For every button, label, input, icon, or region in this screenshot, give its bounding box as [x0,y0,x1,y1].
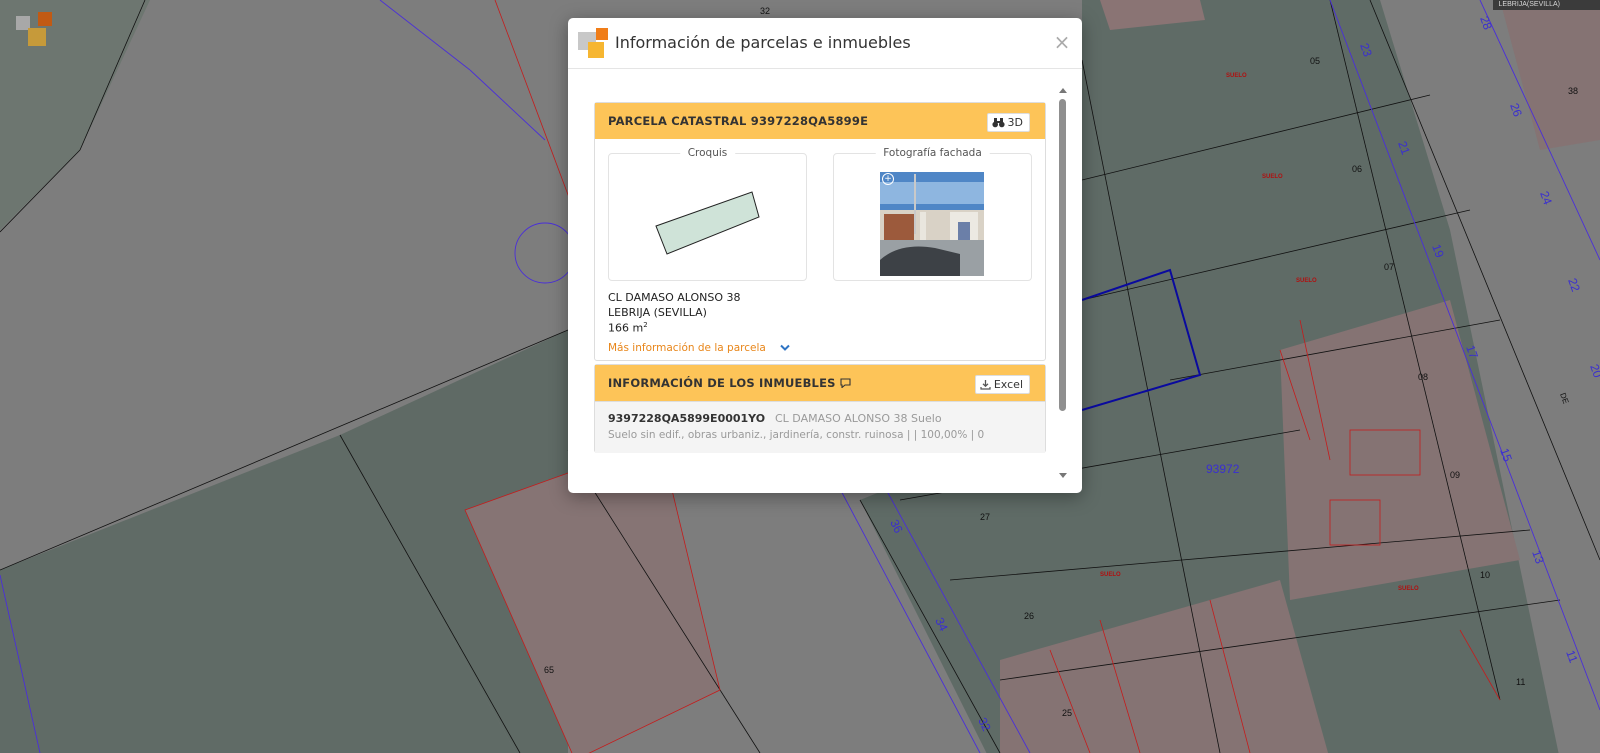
binoculars-icon [991,118,1005,128]
map-suelo-label: SUELO [1100,572,1121,578]
modal-scroll-area[interactable]: PARCELA CATASTRAL 9397228QA5899E 3D Croq… [568,84,1082,494]
parcel-info-modal: Información de parcelas e inmuebles × PA… [568,18,1082,493]
inmueble-reference: 9397228QA5899E0001YO [608,412,766,425]
chevron-down-icon [780,344,790,351]
parcel-area: 166 m2 [608,321,648,335]
view-3d-button[interactable]: 3D [986,113,1030,132]
map-suelo-label: SUELO [1262,174,1283,180]
inmuebles-title: INFORMACIÓN DE LOS INMUEBLES [608,376,851,390]
fachada-label: Fotografía fachada [875,147,990,159]
inmueble-row[interactable]: 9397228QA5899E0001YO CL DAMASO ALONSO 38… [595,401,1045,453]
map-parcel-number: 10 [1480,570,1490,580]
area-unit-exponent: 2 [643,321,648,329]
scroll-down-arrow[interactable] [1059,473,1067,478]
map-parcel-number: 11 [1516,677,1525,687]
download-icon [980,380,991,390]
area-value: 166 m [608,321,644,335]
inmuebles-panel-header: INFORMACIÓN DE LOS INMUEBLES Excel [595,365,1045,401]
modal-title: Información de parcelas e inmuebles [615,33,911,52]
map-parcel-number: 32 [760,6,770,16]
map-parcel-number: 06 [1352,164,1362,174]
fachada-frame: Fotografía fachada + [833,147,1032,281]
croquis-sketch[interactable] [609,154,806,280]
inmueble-description: Suelo sin edif., obras urbaniz., jardine… [608,429,985,441]
map-suelo-label: SUELO [1398,586,1419,592]
modal-scrollbar[interactable] [1058,88,1068,478]
scroll-up-arrow[interactable] [1059,88,1067,93]
modal-logo-icon [578,28,608,58]
inmuebles-panel: INFORMACIÓN DE LOS INMUEBLES Excel 93972… [594,364,1046,453]
map-parcel-number: 65 [544,665,554,675]
locality-label: LEBRIJA(SEVILLA) [1492,0,1600,10]
modal-header: Información de parcelas e inmuebles × [568,18,1082,69]
export-excel-button[interactable]: Excel [974,375,1030,394]
inmueble-address: CL DAMASO ALONSO 38 Suelo [775,412,942,425]
more-info-link[interactable]: Más información de la parcela [608,342,790,354]
map-parcel-number: 09 [1450,470,1460,480]
map-parcel-id-fragment: 93972 [1206,462,1240,476]
map-suelo-label: SUELO [1296,278,1317,284]
map-parcel-number: 27 [980,512,990,522]
catastro-logo[interactable] [16,12,54,48]
address-line1: CL DAMASO ALONSO 38 [608,291,741,304]
map-parcel-number: 08 [1418,372,1428,382]
map-parcel-number: 26 [1024,611,1034,621]
inmuebles-title-label: INFORMACIÓN DE LOS INMUEBLES [608,376,836,390]
parcela-title: PARCELA CATASTRAL 9397228QA5899E [608,114,869,128]
map-parcel-number: 05 [1310,56,1320,66]
address-line2: LEBRIJA (SEVILLA) [608,306,707,319]
zoom-in-icon[interactable]: + [882,173,894,185]
croquis-frame: Croquis [608,147,807,281]
facade-photo[interactable] [880,172,984,276]
close-button[interactable]: × [1052,31,1072,53]
map-parcel-number: 38 [1568,86,1578,96]
map-suelo-label: SUELO [1226,73,1247,79]
map-parcel-number: 25 [1062,708,1072,718]
comment-icon [840,378,851,389]
parcela-panel-header: PARCELA CATASTRAL 9397228QA5899E 3D [595,103,1045,139]
parcela-panel: PARCELA CATASTRAL 9397228QA5899E 3D Croq… [594,102,1046,361]
excel-label: Excel [993,378,1023,391]
scroll-thumb[interactable] [1059,99,1066,411]
more-info-label: Más información de la parcela [608,342,766,354]
view-3d-label: 3D [1007,116,1023,129]
map-parcel-number: 07 [1384,262,1394,272]
